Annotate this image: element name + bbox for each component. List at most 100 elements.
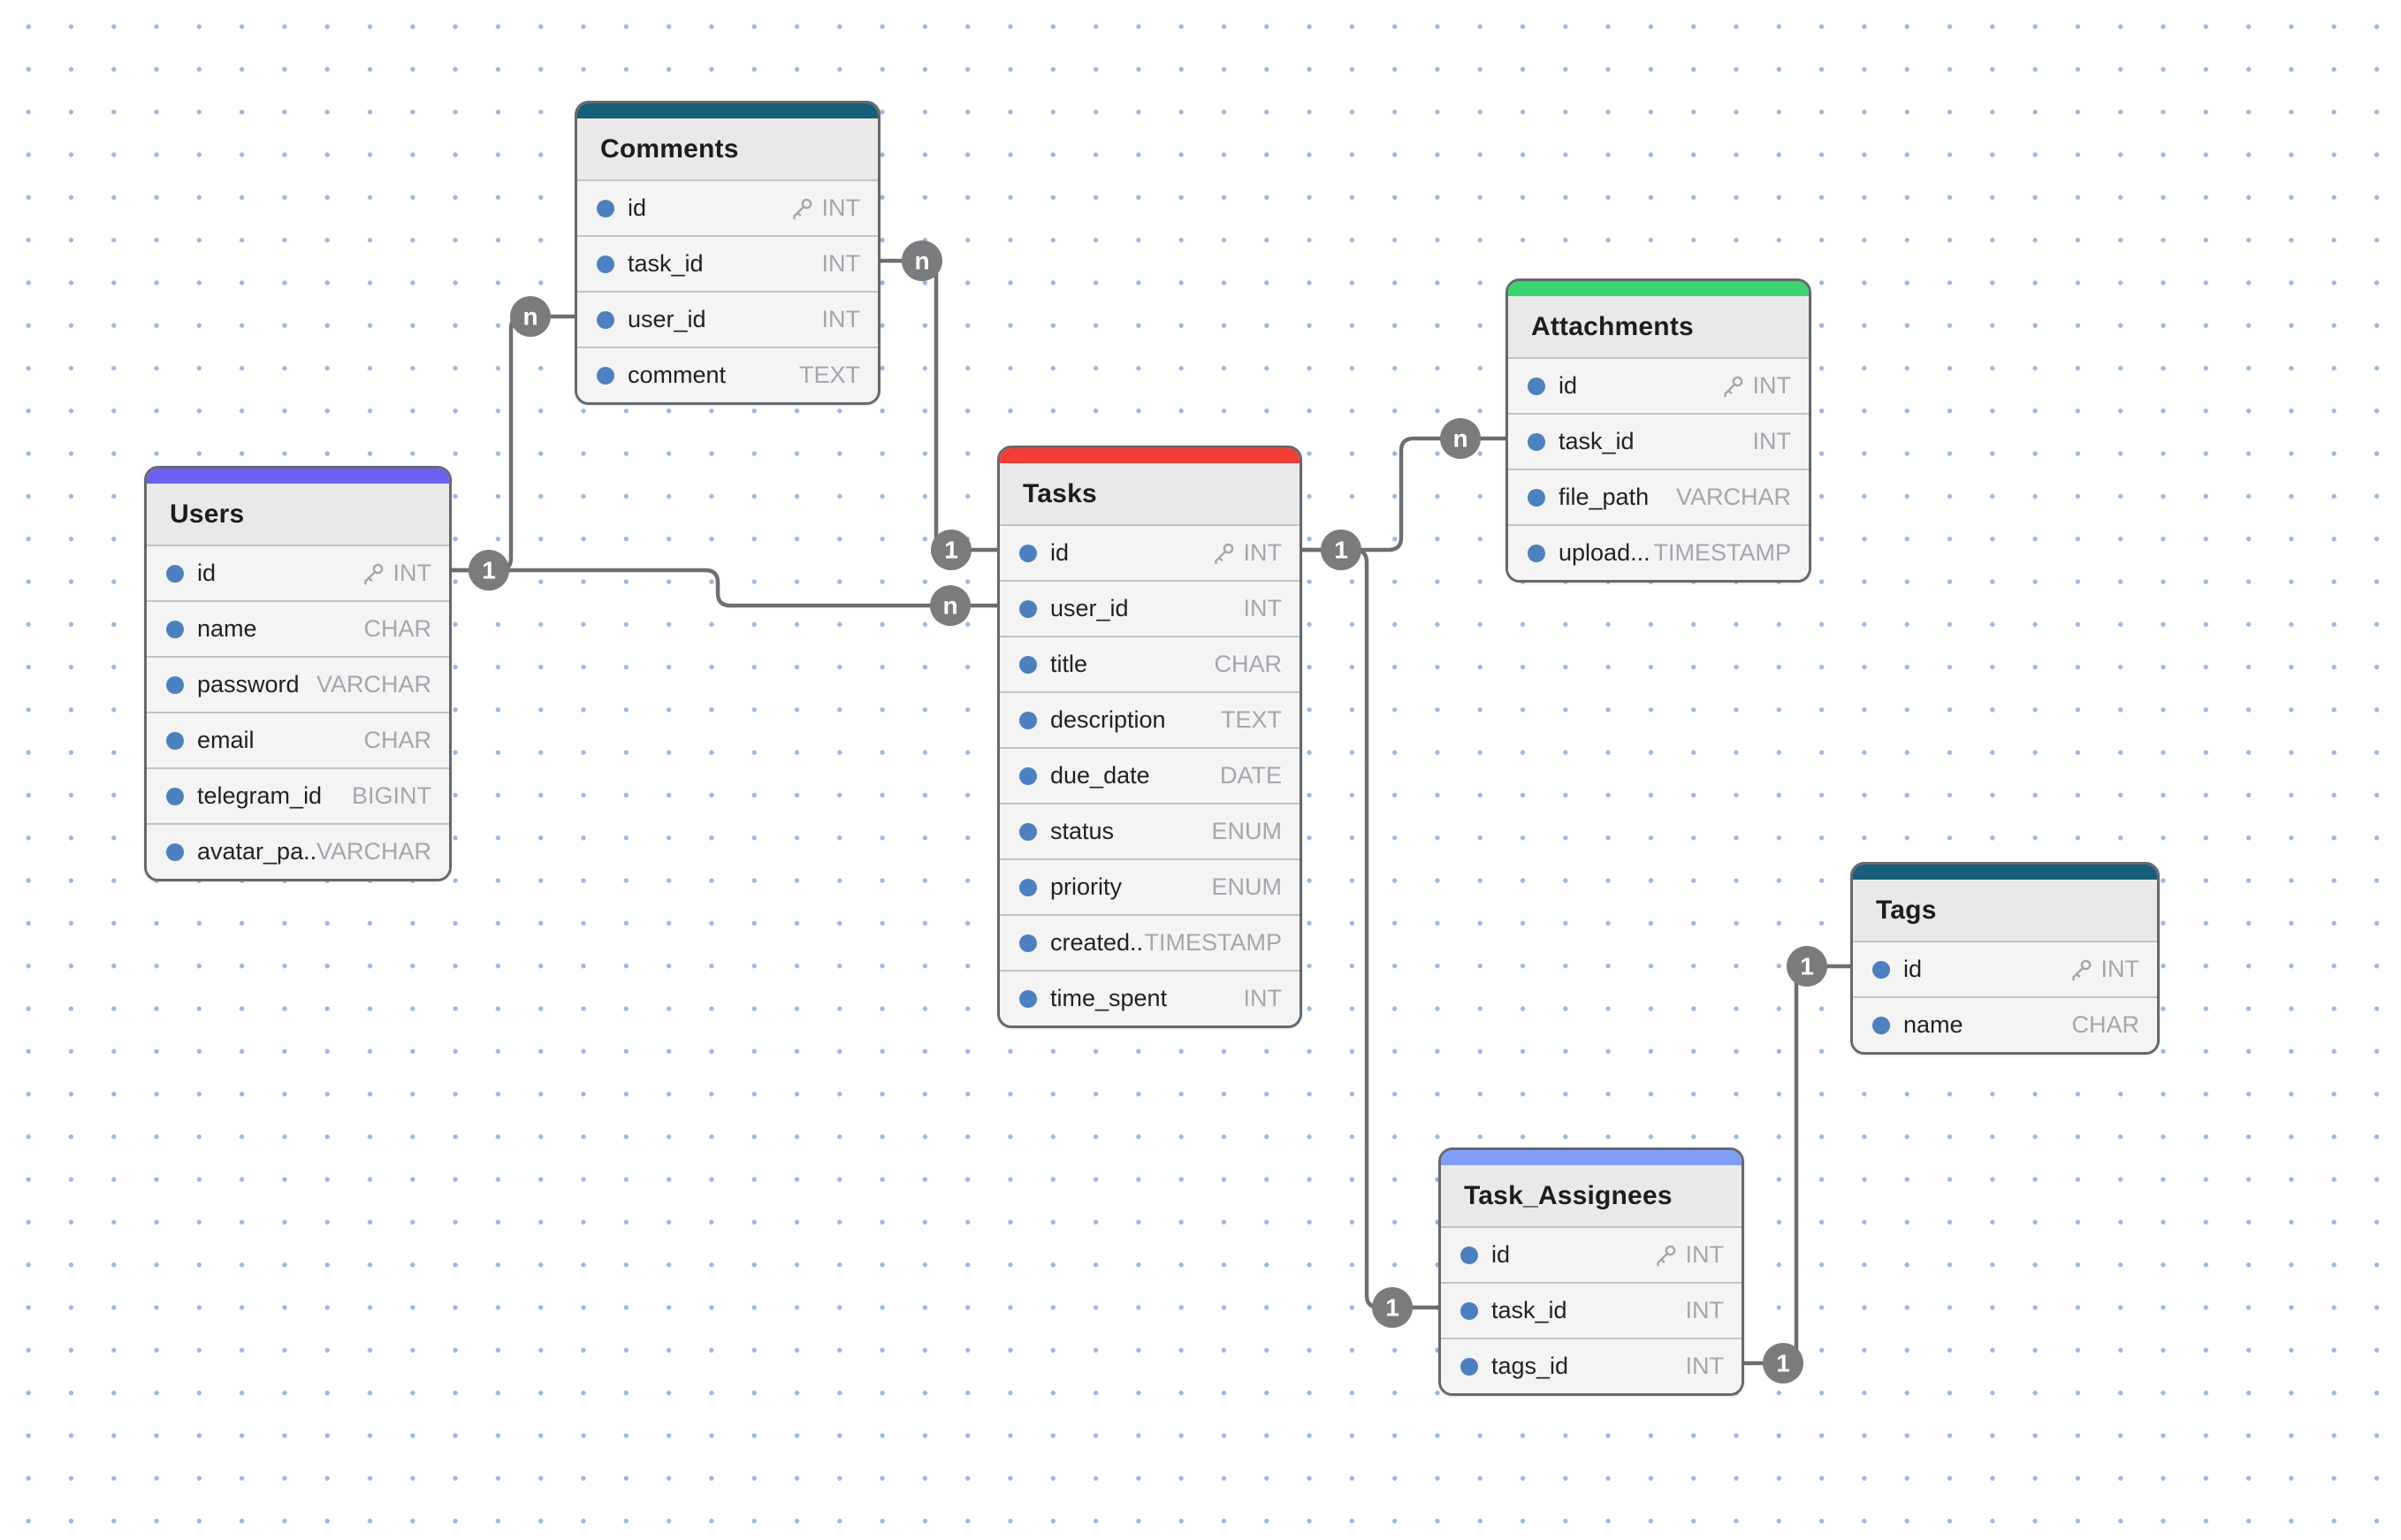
table-color-strip <box>577 103 878 118</box>
field-row-users-2[interactable]: passwordVARCHAR <box>147 656 449 712</box>
field-row-tags-1[interactable]: name CHAR <box>1853 996 2157 1052</box>
field-meta: ENUM <box>1212 818 1283 845</box>
field-meta: INT <box>1244 985 1283 1012</box>
field-dot-icon <box>166 843 184 861</box>
field-meta: INT <box>1719 372 1792 400</box>
table-card-attachments[interactable]: Attachments idINT task_id INT file_pathVARCH… <box>1505 278 1811 583</box>
field-type: CHAR <box>363 615 431 643</box>
field-name: comment <box>628 362 726 389</box>
field-row-tasks-8[interactable]: time_spentINT <box>1000 970 1300 1025</box>
table-title: Comments <box>600 134 739 164</box>
field-row-users-4[interactable]: telegram_idBIGINT <box>147 767 449 823</box>
field-name: id <box>628 194 646 222</box>
field-row-comments-3[interactable]: comment TEXT <box>577 347 878 402</box>
field-row-task_assignees-0[interactable]: idINT <box>1441 1226 1742 1282</box>
table-card-tags[interactable]: Tags id INT name CHAR <box>1850 862 2160 1055</box>
table-header-tags[interactable]: Tags <box>1853 880 2157 941</box>
field-row-users-5[interactable]: avatar_pa...VARCHAR <box>147 823 449 879</box>
field-row-comments-0[interactable]: id INT <box>577 179 878 235</box>
field-meta: INT <box>2068 956 2140 983</box>
field-type: TEXT <box>799 362 860 389</box>
field-name: user_id <box>628 306 706 333</box>
primary-key-icon <box>1719 373 1746 400</box>
tables-layer: Comments id INT task_id INT user_id INT comment… <box>0 0 2401 1540</box>
field-name: priority <box>1050 873 1122 901</box>
field-row-tasks-0[interactable]: idINT <box>1000 524 1300 580</box>
table-card-comments[interactable]: CommentsidINTtask_idINTuser_idINTcomment… <box>575 101 880 405</box>
field-name: avatar_pa... <box>197 838 316 865</box>
field-type: CHAR <box>2071 1011 2139 1039</box>
field-type: INT <box>1686 1297 1725 1324</box>
field-dot-icon <box>166 788 184 805</box>
field-type: INT <box>1686 1353 1725 1380</box>
table-header-attachments[interactable]: Attachments <box>1508 296 1809 357</box>
field-dot-icon <box>166 732 184 750</box>
field-row-comments-2[interactable]: user_idINT <box>577 291 878 347</box>
field-dot-icon <box>1019 600 1037 618</box>
field-dot-icon <box>1460 1358 1478 1376</box>
field-row-users-0[interactable]: id INT <box>147 545 449 600</box>
field-row-tasks-4[interactable]: due_dateDATE <box>1000 747 1300 803</box>
field-type: INT <box>1686 1241 1725 1269</box>
field-type: INT <box>822 250 861 278</box>
field-name: upload... <box>1559 539 1650 567</box>
field-row-tags-0[interactable]: id INT <box>1853 941 2157 996</box>
field-meta: CHAR <box>2071 1011 2139 1039</box>
table-title: Tasks <box>1023 479 1097 509</box>
primary-key-icon <box>1210 540 1237 567</box>
field-row-tasks-2[interactable]: titleCHAR <box>1000 636 1300 691</box>
field-type: INT <box>393 560 432 587</box>
field-name: user_id <box>1050 595 1129 622</box>
field-row-attachments-1[interactable]: task_id INT <box>1508 413 1809 469</box>
table-card-users[interactable]: Users id INT nameCHARpasswordVARCHARemailCH… <box>144 466 452 881</box>
primary-key-icon <box>2068 957 2094 983</box>
table-card-tasks[interactable]: Tasks idINT user_id INT titleCHARdescription… <box>997 446 1302 1028</box>
field-type: ENUM <box>1212 873 1283 901</box>
table-color-strip <box>1441 1150 1742 1165</box>
field-row-attachments-2[interactable]: file_pathVARCHAR <box>1508 469 1809 524</box>
field-meta: INT <box>1686 1353 1725 1380</box>
field-row-task_assignees-2[interactable]: tags_id INT <box>1441 1338 1742 1393</box>
field-dot-icon <box>166 565 184 583</box>
table-card-task_assignees[interactable]: Task_AssigneesidINT task_id INT tags_id INT <box>1438 1147 1744 1396</box>
field-dot-icon <box>597 200 614 217</box>
field-row-attachments-0[interactable]: idINT <box>1508 357 1809 413</box>
field-meta: VARCHAR <box>316 838 431 865</box>
field-row-attachments-3[interactable]: upload...TIMESTAMP <box>1508 524 1809 580</box>
field-row-tasks-5[interactable]: statusENUM <box>1000 803 1300 858</box>
field-dot-icon <box>597 255 614 273</box>
field-row-tasks-6[interactable]: priority ENUM <box>1000 858 1300 914</box>
field-type: TIMESTAMP <box>1144 929 1282 957</box>
diagram-canvas[interactable]: 1n1nn11n1111 CommentsidINTtask_idINTuser… <box>0 0 2401 1540</box>
field-name: task_id <box>1559 428 1635 455</box>
field-row-users-1[interactable]: nameCHAR <box>147 600 449 656</box>
field-type: INT <box>2101 956 2140 983</box>
field-type: DATE <box>1220 762 1282 789</box>
field-row-comments-1[interactable]: task_idINT <box>577 235 878 291</box>
field-row-task_assignees-1[interactable]: task_id INT <box>1441 1282 1742 1338</box>
field-row-tasks-1[interactable]: user_id INT <box>1000 580 1300 636</box>
field-name: task_id <box>1491 1297 1567 1324</box>
field-row-tasks-7[interactable]: created...TIMESTAMP <box>1000 914 1300 970</box>
field-type: INT <box>1244 595 1283 622</box>
field-type: TIMESTAMP <box>1653 539 1791 567</box>
field-type: INT <box>1753 428 1792 455</box>
field-name: telegram_id <box>197 782 322 810</box>
primary-key-icon <box>360 560 386 587</box>
field-meta: INT <box>1686 1297 1725 1324</box>
field-name: created... <box>1050 929 1144 957</box>
field-name: id <box>1903 956 1922 983</box>
field-row-tasks-3[interactable]: descriptionTEXT <box>1000 691 1300 747</box>
field-row-users-3[interactable]: emailCHAR <box>147 712 449 767</box>
table-header-users[interactable]: Users <box>147 484 449 545</box>
table-header-tasks[interactable]: Tasks <box>1000 463 1300 524</box>
field-name: tags_id <box>1491 1353 1568 1380</box>
field-type: INT <box>1753 372 1792 400</box>
table-header-comments[interactable]: Comments <box>577 118 878 179</box>
primary-key-icon <box>789 195 815 222</box>
field-meta: INT <box>789 194 861 222</box>
table-title: Attachments <box>1531 312 1694 342</box>
field-name: name <box>1903 1011 1963 1039</box>
table-header-task_assignees[interactable]: Task_Assignees <box>1441 1165 1742 1226</box>
field-name: id <box>197 560 216 587</box>
